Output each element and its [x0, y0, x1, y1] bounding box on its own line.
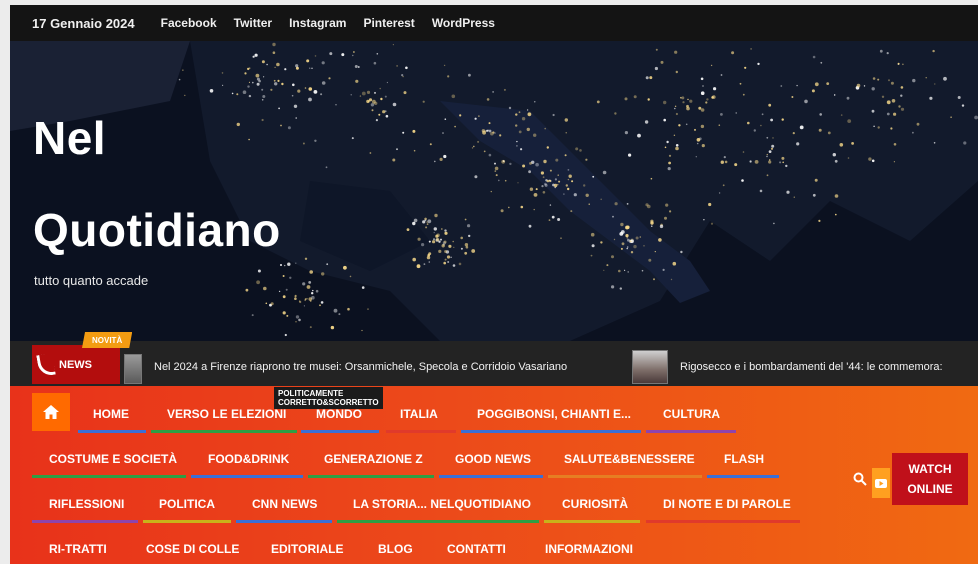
twitter-link[interactable]: Twitter	[234, 16, 272, 30]
nav-underline	[191, 475, 303, 478]
watch-online-label: ONLINE	[907, 482, 953, 496]
nav-underline	[236, 520, 332, 523]
nav-underline	[308, 475, 434, 478]
nav-cultura[interactable]: CULTURA	[663, 407, 720, 421]
europe-night-map-image	[10, 41, 978, 341]
main-navigation: HOME VERSO LE ELEZIONI MONDO POLITICAMEN…	[10, 386, 978, 564]
nav-mondo[interactable]: MONDO	[316, 407, 362, 421]
nav-generazione-z[interactable]: GENERAZIONE Z	[324, 452, 423, 466]
nav-home[interactable]: HOME	[93, 407, 129, 421]
nav-riflessioni[interactable]: RIFLESSIONI	[49, 497, 124, 511]
ticker-item[interactable]: Nel 2024 a Firenze riaprono tre musei: O…	[154, 361, 567, 373]
youtube-button[interactable]	[872, 468, 890, 498]
page-frame: 17 Gennaio 2024 Facebook Twitter Instagr…	[10, 5, 978, 564]
menu-tooltip: POLITICAMENTE CORRETTO&SCORRETTO	[274, 387, 383, 409]
nav-underline	[337, 520, 539, 523]
nav-cnn-news[interactable]: CNN NEWS	[252, 497, 317, 511]
tooltip-line: POLITICAMENTE	[278, 389, 344, 398]
nav-underline	[32, 520, 138, 523]
home-button[interactable]	[32, 393, 70, 431]
ticker-thumbnail[interactable]	[632, 350, 668, 384]
news-ticker: NEWS NOVITÀ Nel 2024 a Firenze riaprono …	[10, 332, 978, 386]
top-bar: 17 Gennaio 2024 Facebook Twitter Instagr…	[10, 5, 978, 41]
nav-verso-le-elezioni[interactable]: VERSO LE ELEZIONI	[167, 407, 286, 421]
nav-contatti[interactable]: CONTATTI	[447, 542, 506, 556]
nav-underline	[544, 520, 640, 523]
nav-poggibonsi[interactable]: POGGIBONSI, CHIANTI E...	[477, 407, 631, 421]
nav-food-drink[interactable]: FOOD&DRINK	[208, 452, 289, 466]
nav-informazioni[interactable]: INFORMAZIONI	[545, 542, 633, 556]
nav-di-note-e-di-parole[interactable]: DI NOTE E DI PAROLE	[663, 497, 791, 511]
header-banner: Nel Quotidiano tutto quanto accade	[10, 41, 978, 341]
ticker-item[interactable]: Rigosecco e i bombardamenti del '44: le …	[680, 361, 943, 373]
site-tagline: tutto quanto accade	[34, 273, 149, 288]
watch-online-button[interactable]: WATCH ONLINE	[892, 453, 968, 505]
nav-underline	[32, 475, 186, 478]
nav-good-news[interactable]: GOOD NEWS	[455, 452, 531, 466]
nav-politica[interactable]: POLITICA	[159, 497, 215, 511]
nav-underline	[301, 430, 379, 433]
nav-salute-benessere[interactable]: SALUTE&BENESSERE	[564, 452, 695, 466]
youtube-icon	[875, 478, 887, 488]
news-icon	[36, 352, 56, 377]
nav-blog[interactable]: BLOG	[378, 542, 413, 556]
nav-flash[interactable]: FLASH	[724, 452, 764, 466]
watch-online-label: WATCH	[908, 462, 952, 476]
nav-italia[interactable]: ITALIA	[400, 407, 438, 421]
nav-ri-tratti[interactable]: RI-TRATTI	[49, 542, 107, 556]
nav-underline	[548, 475, 702, 478]
nav-underline	[461, 430, 641, 433]
nav-underline	[386, 430, 456, 433]
nav-la-storia[interactable]: LA STORIA... NELQUOTIDIANO	[353, 497, 531, 511]
search-icon[interactable]	[853, 472, 867, 486]
site-title-line1[interactable]: Nel	[33, 111, 106, 165]
nav-editoriale[interactable]: EDITORIALE	[271, 542, 343, 556]
wordpress-link[interactable]: WordPress	[432, 16, 495, 30]
news-label: NEWS	[32, 345, 120, 384]
nav-underline	[439, 475, 543, 478]
facebook-link[interactable]: Facebook	[161, 16, 217, 30]
nav-underline	[646, 430, 736, 433]
pinterest-link[interactable]: Pinterest	[363, 16, 414, 30]
nav-underline	[707, 475, 779, 478]
nav-underline	[151, 430, 297, 433]
news-label-text: NEWS	[59, 358, 92, 371]
nav-underline	[143, 520, 231, 523]
current-date: 17 Gennaio 2024	[32, 15, 135, 31]
home-icon	[43, 405, 59, 419]
nav-costume-e-societa[interactable]: COSTUME E SOCIETÀ	[49, 452, 177, 466]
ticker-thumbnail[interactable]	[124, 354, 142, 384]
nav-underline	[646, 520, 800, 523]
nav-cose-di-colle[interactable]: COSE DI COLLE	[146, 542, 239, 556]
novita-badge: NOVITÀ	[82, 332, 133, 348]
instagram-link[interactable]: Instagram	[289, 16, 346, 30]
tooltip-line: CORRETTO&SCORRETTO	[278, 398, 379, 407]
nav-curiosita[interactable]: CURIOSITÀ	[562, 497, 628, 511]
nav-underline	[78, 430, 146, 433]
site-title-line2[interactable]: Quotidiano	[33, 203, 281, 257]
